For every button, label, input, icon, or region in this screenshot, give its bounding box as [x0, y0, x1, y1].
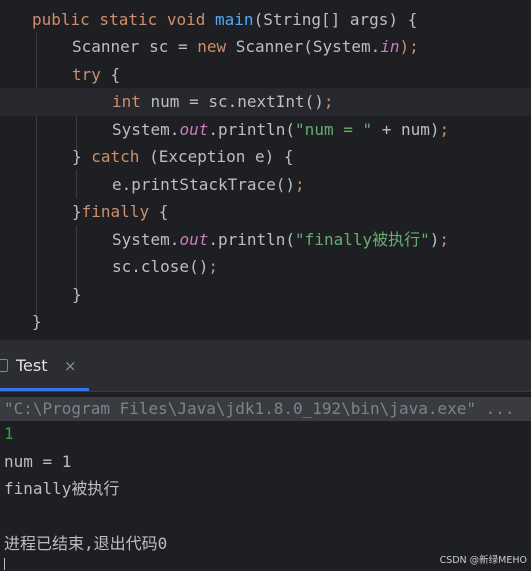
run-config-icon — [0, 359, 8, 372]
run-tab-label: Test — [16, 356, 48, 375]
code-token: try — [72, 64, 101, 84]
console-command-row: "C:\Program Files\Java\jdk1.8.0_192\bin\… — [0, 397, 531, 421]
code-token: out — [179, 229, 209, 249]
code-token: } — [72, 202, 82, 221]
code-token: { — [158, 202, 169, 221]
console-output-line: finally被执行 — [4, 479, 120, 498]
watermark: CSDN @新绿MEHO — [439, 555, 527, 566]
code-line-11[interactable]: } — [0, 281, 531, 309]
code-token: ; — [439, 119, 450, 139]
code-token: } — [72, 147, 92, 166]
code-token: System. — [112, 229, 180, 249]
code-line-3[interactable]: try { — [0, 61, 531, 89]
code-token: finally — [81, 202, 159, 221]
code-line-4-current[interactable]: int num = sc.nextInt(); — [0, 88, 531, 116]
code-token: (String[] args) { — [253, 9, 418, 29]
code-line-9[interactable]: System.out.println("finally被执行"); — [0, 226, 531, 254]
code-token: ; — [295, 174, 305, 194]
code-line-12[interactable]: } — [0, 308, 531, 336]
active-tab-indicator — [0, 388, 89, 391]
code-token: .println( — [208, 119, 296, 139]
console-command-text: "C:\Program Files\Java\jdk1.8.0_192\bin\… — [4, 399, 515, 418]
code-editor[interactable]: public static void main(String[] args) {… — [0, 0, 531, 340]
code-token: Scanner(System. — [235, 37, 381, 56]
code-token: in — [380, 37, 400, 56]
run-tab-test[interactable]: Test × — [0, 340, 90, 392]
code-token: e.printStackTrace() — [112, 174, 296, 194]
run-tool-window-header: Test × — [0, 340, 531, 392]
code-line-2[interactable]: Scanner sc = new Scanner(System.in); — [0, 33, 531, 61]
code-line-7[interactable]: e.printStackTrace(); — [0, 171, 531, 199]
code-token: public static void — [32, 9, 216, 29]
code-line-6[interactable]: } catch (Exception e) { — [0, 143, 531, 171]
code-token: ); — [399, 37, 419, 56]
code-token: } — [32, 312, 42, 331]
console-output-line: num = 1 — [4, 452, 72, 471]
code-line-5[interactable]: System.out.println("num = " + num); — [0, 116, 531, 144]
code-token: Scanner sc = — [72, 37, 198, 56]
code-token: } — [72, 284, 82, 304]
code-token: ; — [439, 229, 450, 249]
text-cursor — [4, 558, 5, 570]
console-exit-message: 进程已结束,退出代码0 — [4, 534, 168, 553]
code-token: (Exception e) { — [149, 147, 294, 166]
code-token: out — [179, 119, 209, 139]
close-icon[interactable]: × — [64, 356, 77, 376]
code-token: "num = " — [295, 119, 373, 139]
code-token: { — [100, 64, 121, 84]
code-token: ; — [208, 257, 218, 276]
code-token: ; — [323, 92, 334, 111]
code-token: ) — [429, 229, 440, 249]
code-token: int — [112, 92, 151, 111]
code-token: sc.close() — [112, 257, 209, 276]
code-token: System. — [112, 119, 180, 139]
code-line-10[interactable]: sc.close(); — [0, 253, 531, 281]
console-input-echo: 1 — [4, 424, 14, 443]
code-token: num = sc.nextInt() — [150, 92, 324, 111]
console-output[interactable]: "C:\Program Files\Java\jdk1.8.0_192\bin\… — [0, 393, 531, 571]
code-token: main — [215, 9, 254, 29]
code-token: "finally被执行" — [295, 229, 430, 249]
code-token: .println( — [208, 229, 296, 249]
code-token: new — [197, 37, 236, 56]
code-line-1[interactable]: public static void main(String[] args) { — [0, 6, 531, 34]
code-token: catch — [91, 147, 150, 166]
code-line-8[interactable]: }finally { — [0, 198, 531, 226]
code-token: + num) — [372, 119, 440, 139]
